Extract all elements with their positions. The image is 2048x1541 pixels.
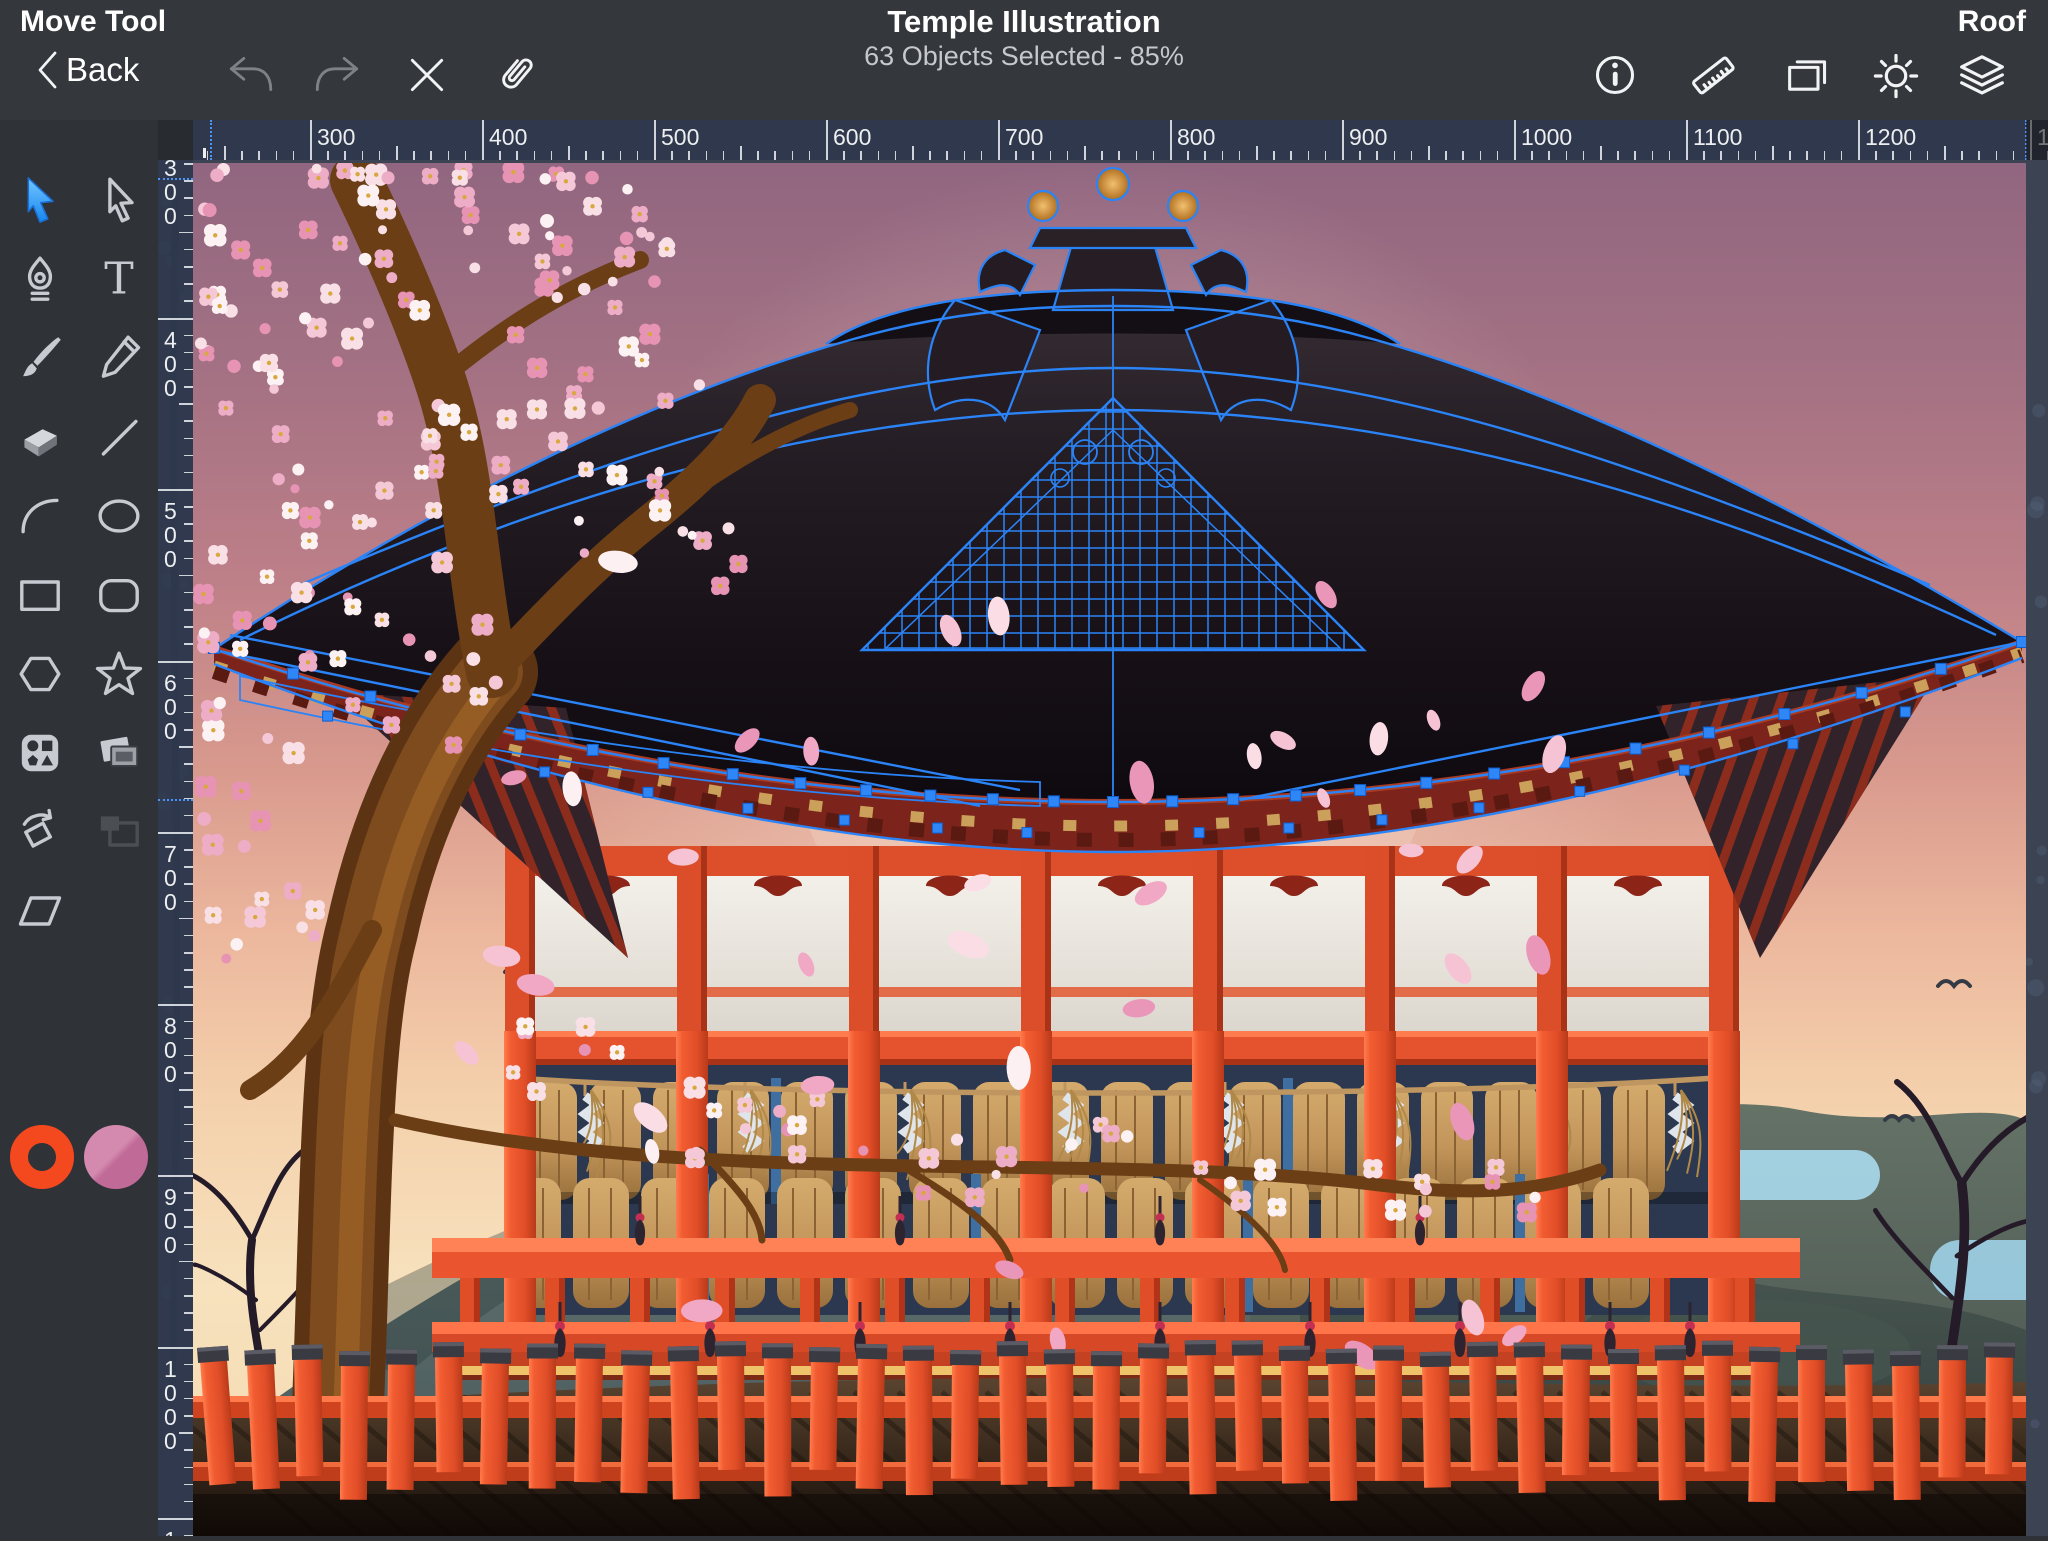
deselect-button[interactable] xyxy=(404,52,450,98)
pencil-icon xyxy=(93,332,145,384)
tool-pen[interactable] xyxy=(12,251,68,307)
undo-icon xyxy=(222,52,278,96)
shear-icon xyxy=(14,885,66,937)
color-swatches xyxy=(0,1125,158,1189)
back-button[interactable]: Back xyxy=(34,48,139,92)
tool-ellipse[interactable] xyxy=(91,488,147,544)
scale-icon xyxy=(93,806,145,858)
tool-rounded-rectangle[interactable] xyxy=(91,567,147,623)
vertical-ruler[interactable]: 30040050060070080090010001100 xyxy=(158,160,193,1536)
paperclip-icon xyxy=(492,52,538,98)
duplicate-icon xyxy=(1782,52,1830,98)
stroke-color-swatch[interactable] xyxy=(10,1125,74,1189)
close-icon xyxy=(404,52,450,98)
fill-color-swatch[interactable] xyxy=(84,1125,148,1189)
tool-image[interactable] xyxy=(91,725,147,781)
tool-direct-select[interactable] xyxy=(91,172,147,228)
redo-button[interactable] xyxy=(310,52,366,96)
tool-brush[interactable] xyxy=(12,330,68,386)
pen-icon xyxy=(14,253,66,305)
selection-status: 63 Objects Selected - 85% xyxy=(0,41,2048,72)
duplicate-button[interactable] xyxy=(1782,52,1830,98)
horizontal-ruler[interactable]: 3004005006007008009001000110012001300 xyxy=(158,120,2048,160)
shape-library-icon xyxy=(14,727,66,779)
redo-icon xyxy=(310,52,366,96)
tool-scale[interactable] xyxy=(91,804,147,860)
info-button[interactable] xyxy=(1592,52,1638,98)
undo-button[interactable] xyxy=(222,52,278,96)
measure-button[interactable] xyxy=(1688,52,1738,98)
tool-grid: T xyxy=(0,120,158,950)
tool-star[interactable] xyxy=(91,646,147,702)
settings-button[interactable] xyxy=(1872,52,1920,100)
layers-icon xyxy=(1956,52,2008,100)
back-label: Back xyxy=(66,51,139,89)
image-icon xyxy=(93,727,145,779)
brush-icon xyxy=(14,332,66,384)
tool-polygon[interactable] xyxy=(12,646,68,702)
svg-text:T: T xyxy=(104,253,134,304)
back-chevron-icon xyxy=(34,48,60,92)
canvas-area[interactable] xyxy=(158,120,2048,1536)
tool-move[interactable] xyxy=(12,172,68,228)
tool-text[interactable]: T xyxy=(91,251,147,307)
tool-shape-library[interactable] xyxy=(12,725,68,781)
tool-pencil[interactable] xyxy=(91,330,147,386)
ruler-corner xyxy=(158,120,193,160)
rotate-icon xyxy=(14,806,66,858)
attach-button[interactable] xyxy=(492,52,538,98)
top-bar: Move Tool Temple Illustration 63 Objects… xyxy=(0,0,2048,120)
gear-icon xyxy=(1872,52,1920,100)
direct-select-icon xyxy=(93,174,145,226)
context-label: Roof xyxy=(1958,5,2026,39)
artboard[interactable] xyxy=(158,160,2048,1536)
eraser-icon xyxy=(14,411,66,463)
document-title: Temple Illustration xyxy=(0,4,2048,40)
tool-line[interactable] xyxy=(91,409,147,465)
tool-rotate[interactable] xyxy=(12,804,68,860)
tool-palette: T xyxy=(0,120,158,1536)
rounded-rectangle-icon xyxy=(93,569,145,621)
arc-icon xyxy=(14,490,66,542)
star-icon xyxy=(93,648,145,700)
canvas[interactable] xyxy=(158,120,2048,1536)
move-tool-icon xyxy=(14,174,66,226)
polygon-icon xyxy=(14,648,66,700)
ruler-icon xyxy=(1688,52,1738,98)
info-icon xyxy=(1592,52,1638,98)
tool-eraser[interactable] xyxy=(12,409,68,465)
layers-button[interactable] xyxy=(1956,52,2008,100)
tool-arc[interactable] xyxy=(12,488,68,544)
rectangle-icon xyxy=(14,569,66,621)
ellipse-icon xyxy=(93,490,145,542)
text-icon: T xyxy=(93,253,145,305)
tool-rectangle[interactable] xyxy=(12,567,68,623)
tool-shear[interactable] xyxy=(12,883,68,939)
line-icon xyxy=(93,411,145,463)
